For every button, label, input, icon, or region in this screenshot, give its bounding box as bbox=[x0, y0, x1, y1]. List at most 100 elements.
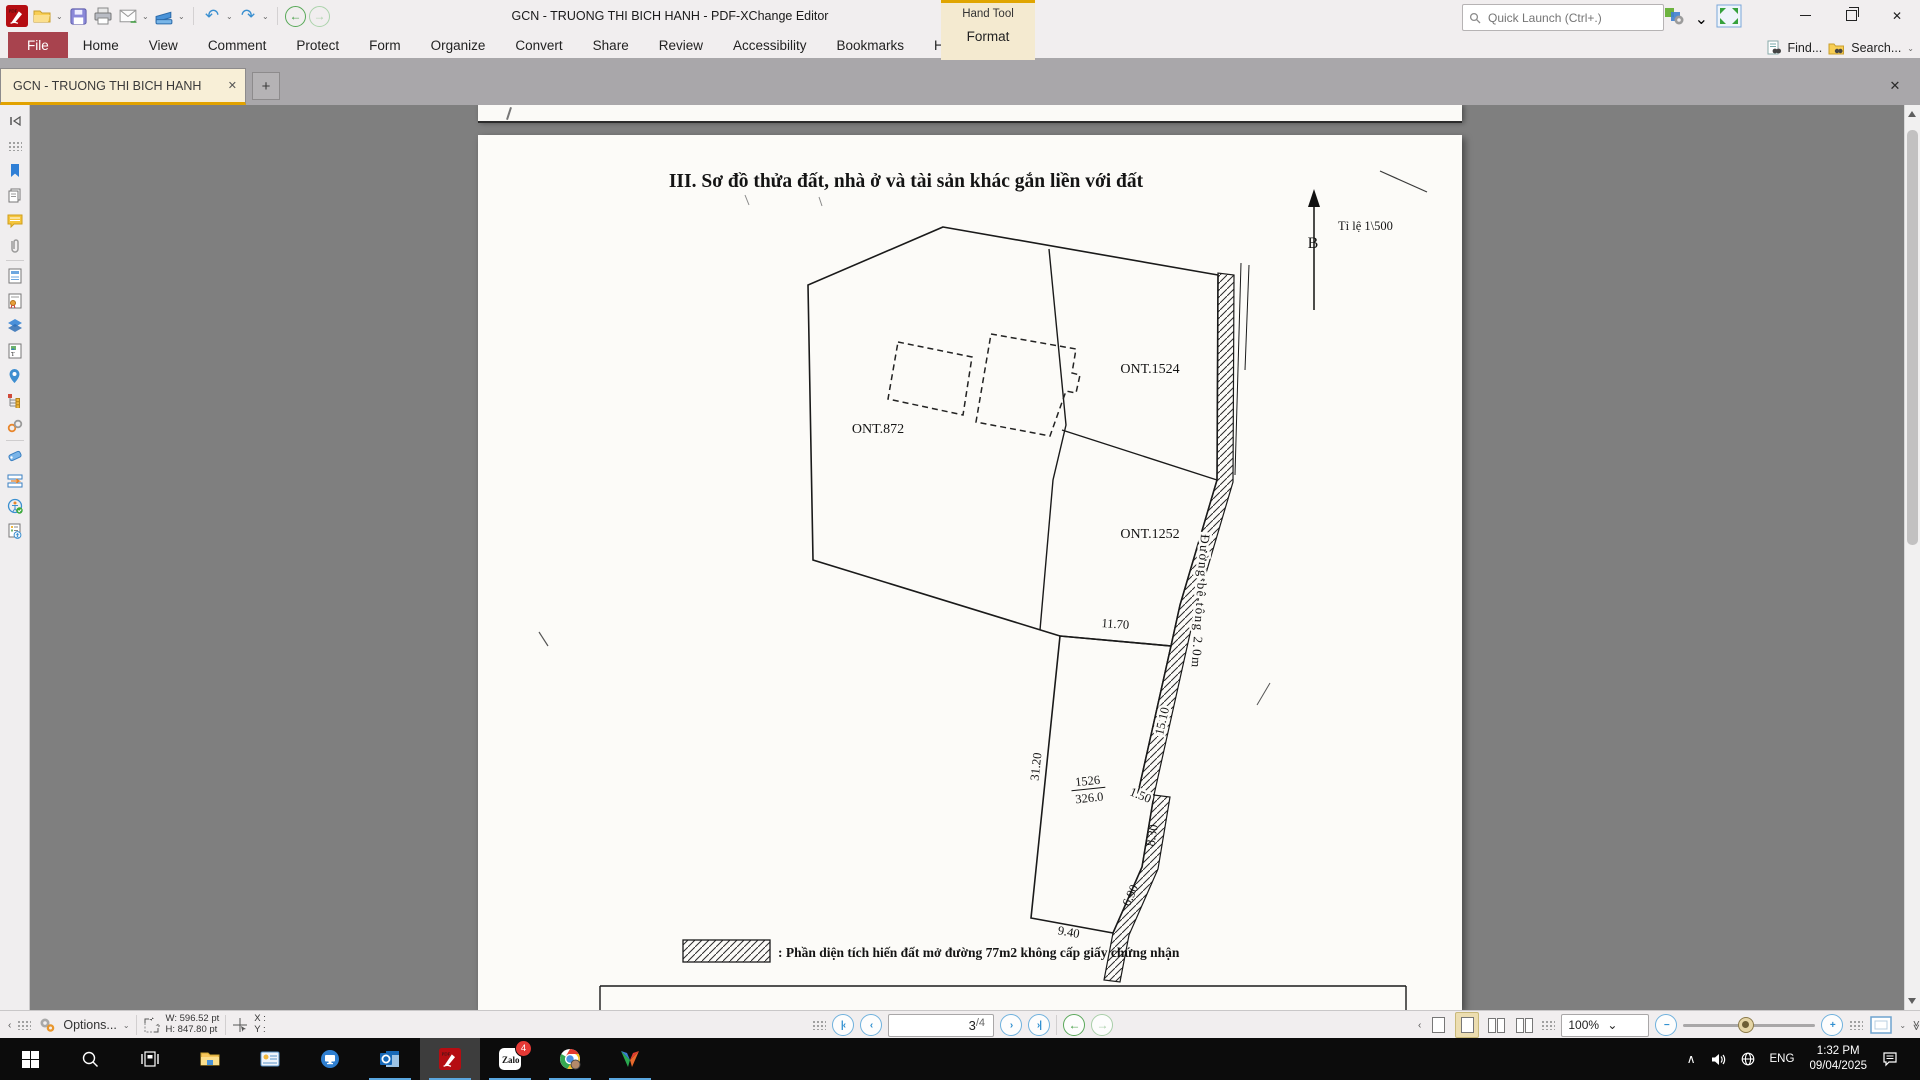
tab-view[interactable]: View bbox=[134, 32, 193, 58]
chevron-down-icon[interactable]: ⌄ bbox=[178, 12, 186, 21]
undo-icon[interactable]: ↶ bbox=[201, 5, 223, 27]
tabbar-close-icon[interactable]: ✕ bbox=[1884, 75, 1906, 97]
document-canvas[interactable]: III. Sơ đồ thửa đất, nhà ở và tài sản kh… bbox=[30, 105, 1904, 1010]
last-page-button[interactable]: ›| bbox=[1028, 1014, 1050, 1036]
two-page-continuous-view-button[interactable] bbox=[1513, 1013, 1535, 1037]
scroll-up-icon[interactable] bbox=[1908, 111, 1916, 117]
forward-icon[interactable]: → bbox=[309, 6, 330, 27]
chrome-button[interactable] bbox=[540, 1038, 600, 1080]
comments-panel-icon[interactable] bbox=[4, 208, 26, 233]
tab-close-icon[interactable]: ✕ bbox=[228, 79, 237, 92]
chevron-down-icon[interactable]: ⌄ bbox=[56, 12, 64, 21]
ui-options-icon[interactable] bbox=[1663, 5, 1687, 32]
tab-accessibility[interactable]: Accessibility bbox=[718, 32, 822, 58]
chevron-down-icon[interactable]: ⌄ bbox=[226, 12, 234, 21]
new-tab-button[interactable]: + bbox=[252, 72, 280, 100]
vertical-scrollbar[interactable] bbox=[1904, 105, 1920, 1010]
history-back-button[interactable]: ← bbox=[1063, 1014, 1085, 1036]
collapse-statusbar-icon[interactable]: ‹ bbox=[8, 1020, 11, 1031]
accessibility-check-icon[interactable] bbox=[4, 493, 26, 518]
fullscreen-icon[interactable] bbox=[1716, 4, 1742, 33]
presentation-app-button[interactable] bbox=[240, 1038, 300, 1080]
tab-review[interactable]: Review bbox=[644, 32, 718, 58]
previous-page-button[interactable]: ‹ bbox=[860, 1014, 882, 1036]
redo-icon[interactable]: ↷ bbox=[237, 5, 259, 27]
single-page-view-button[interactable] bbox=[1427, 1013, 1449, 1037]
continuous-view-button[interactable] bbox=[1455, 1012, 1479, 1038]
drag-handle-icon[interactable] bbox=[4, 133, 26, 158]
accessibility-report-icon[interactable] bbox=[4, 518, 26, 543]
language-indicator[interactable]: ENG bbox=[1770, 1053, 1795, 1065]
chevron-down-icon[interactable]: ⌄ bbox=[142, 12, 150, 21]
chevron-down-icon[interactable]: ⌄ bbox=[1899, 1021, 1906, 1030]
links-panel-icon[interactable] bbox=[4, 413, 26, 438]
quick-launch-input[interactable] bbox=[1486, 10, 1657, 26]
tab-format[interactable]: Format bbox=[941, 29, 1035, 44]
start-button[interactable] bbox=[0, 1038, 60, 1080]
task-view-button[interactable] bbox=[120, 1038, 180, 1080]
order-panel-icon[interactable] bbox=[4, 468, 26, 493]
signatures-panel-icon[interactable] bbox=[4, 288, 26, 313]
tab-organize[interactable]: Organize bbox=[416, 32, 501, 58]
zoom-level-select[interactable]: 100% ⌄ bbox=[1561, 1014, 1649, 1037]
layers-panel-icon[interactable] bbox=[4, 313, 26, 338]
zoom-slider[interactable] bbox=[1683, 1024, 1815, 1027]
history-forward-button[interactable]: → bbox=[1091, 1014, 1113, 1036]
thumbnails-panel-icon[interactable] bbox=[4, 183, 26, 208]
named-tags-panel-icon[interactable] bbox=[4, 443, 26, 468]
expand-panel-icon[interactable]: ≪ bbox=[1912, 1020, 1920, 1030]
scrollbar-thumb[interactable] bbox=[1907, 130, 1918, 545]
open-folder-icon[interactable] bbox=[31, 5, 53, 27]
find-button[interactable]: Find... bbox=[1788, 41, 1823, 55]
chevron-down-icon[interactable]: ⌄ bbox=[1907, 44, 1914, 53]
destinations-panel-icon[interactable] bbox=[4, 363, 26, 388]
tab-convert[interactable]: Convert bbox=[500, 32, 577, 58]
remote-viewer-button[interactable] bbox=[300, 1038, 360, 1080]
back-icon[interactable]: ← bbox=[285, 6, 306, 27]
zoom-slider-knob[interactable] bbox=[1738, 1017, 1754, 1033]
quick-launch-box[interactable] bbox=[1462, 4, 1664, 31]
structure-panel-icon[interactable] bbox=[4, 388, 26, 413]
file-explorer-button[interactable] bbox=[180, 1038, 240, 1080]
tray-expand-icon[interactable]: ∧ bbox=[1687, 1052, 1696, 1066]
save-icon[interactable] bbox=[67, 5, 89, 27]
taskbar-clock[interactable]: 1:32 PM 09/04/2025 bbox=[1809, 1044, 1867, 1074]
search-button[interactable]: Search... bbox=[1851, 41, 1901, 55]
collapse-group-icon[interactable]: ‹ bbox=[1418, 1020, 1421, 1031]
close-button[interactable]: ✕ bbox=[1874, 0, 1920, 31]
tab-share[interactable]: Share bbox=[578, 32, 644, 58]
bookmarks-panel-icon[interactable] bbox=[4, 158, 26, 183]
scroll-down-icon[interactable] bbox=[1908, 998, 1916, 1004]
chevron-down-icon[interactable]: ⌄ bbox=[1695, 9, 1708, 29]
volume-icon[interactable] bbox=[1711, 1053, 1726, 1066]
options-button[interactable]: Options... bbox=[63, 1018, 117, 1032]
zalo-button[interactable]: Zalo 4 bbox=[480, 1038, 540, 1080]
tab-protect[interactable]: Protect bbox=[281, 32, 354, 58]
fit-page-icon[interactable] bbox=[1869, 1015, 1893, 1035]
restore-button[interactable] bbox=[1828, 0, 1874, 31]
outlook-button[interactable] bbox=[360, 1038, 420, 1080]
tab-home[interactable]: Home bbox=[68, 32, 134, 58]
collapse-panel-icon[interactable] bbox=[4, 108, 26, 133]
minimize-button[interactable] bbox=[1782, 0, 1828, 31]
taskbar-search-button[interactable] bbox=[60, 1038, 120, 1080]
next-page-button[interactable]: › bbox=[1000, 1014, 1022, 1036]
first-page-button[interactable]: |‹ bbox=[832, 1014, 854, 1036]
network-icon[interactable] bbox=[1741, 1052, 1755, 1066]
attachments-panel-icon[interactable] bbox=[4, 233, 26, 258]
tab-comment[interactable]: Comment bbox=[193, 32, 282, 58]
two-page-view-button[interactable] bbox=[1485, 1013, 1507, 1037]
fields-panel-icon[interactable] bbox=[4, 263, 26, 288]
document-tab[interactable]: GCN - TRUONG THI BICH HANH ✕ bbox=[0, 68, 246, 105]
tab-file[interactable]: File bbox=[8, 32, 68, 58]
chevron-down-icon[interactable]: ⌄ bbox=[123, 1021, 130, 1030]
pdf-xchange-button[interactable]: PDF bbox=[420, 1038, 480, 1080]
chevron-down-icon[interactable]: ⌄ bbox=[262, 12, 270, 21]
tab-bookmarks[interactable]: Bookmarks bbox=[822, 32, 920, 58]
action-center-icon[interactable] bbox=[1882, 1052, 1898, 1067]
v-messenger-button[interactable] bbox=[600, 1038, 660, 1080]
zoom-in-button[interactable]: + bbox=[1821, 1014, 1843, 1036]
pdf-page[interactable]: III. Sơ đồ thửa đất, nhà ở và tài sản kh… bbox=[478, 135, 1462, 1010]
zoom-out-button[interactable]: − bbox=[1655, 1014, 1677, 1036]
email-icon[interactable] bbox=[117, 5, 139, 27]
